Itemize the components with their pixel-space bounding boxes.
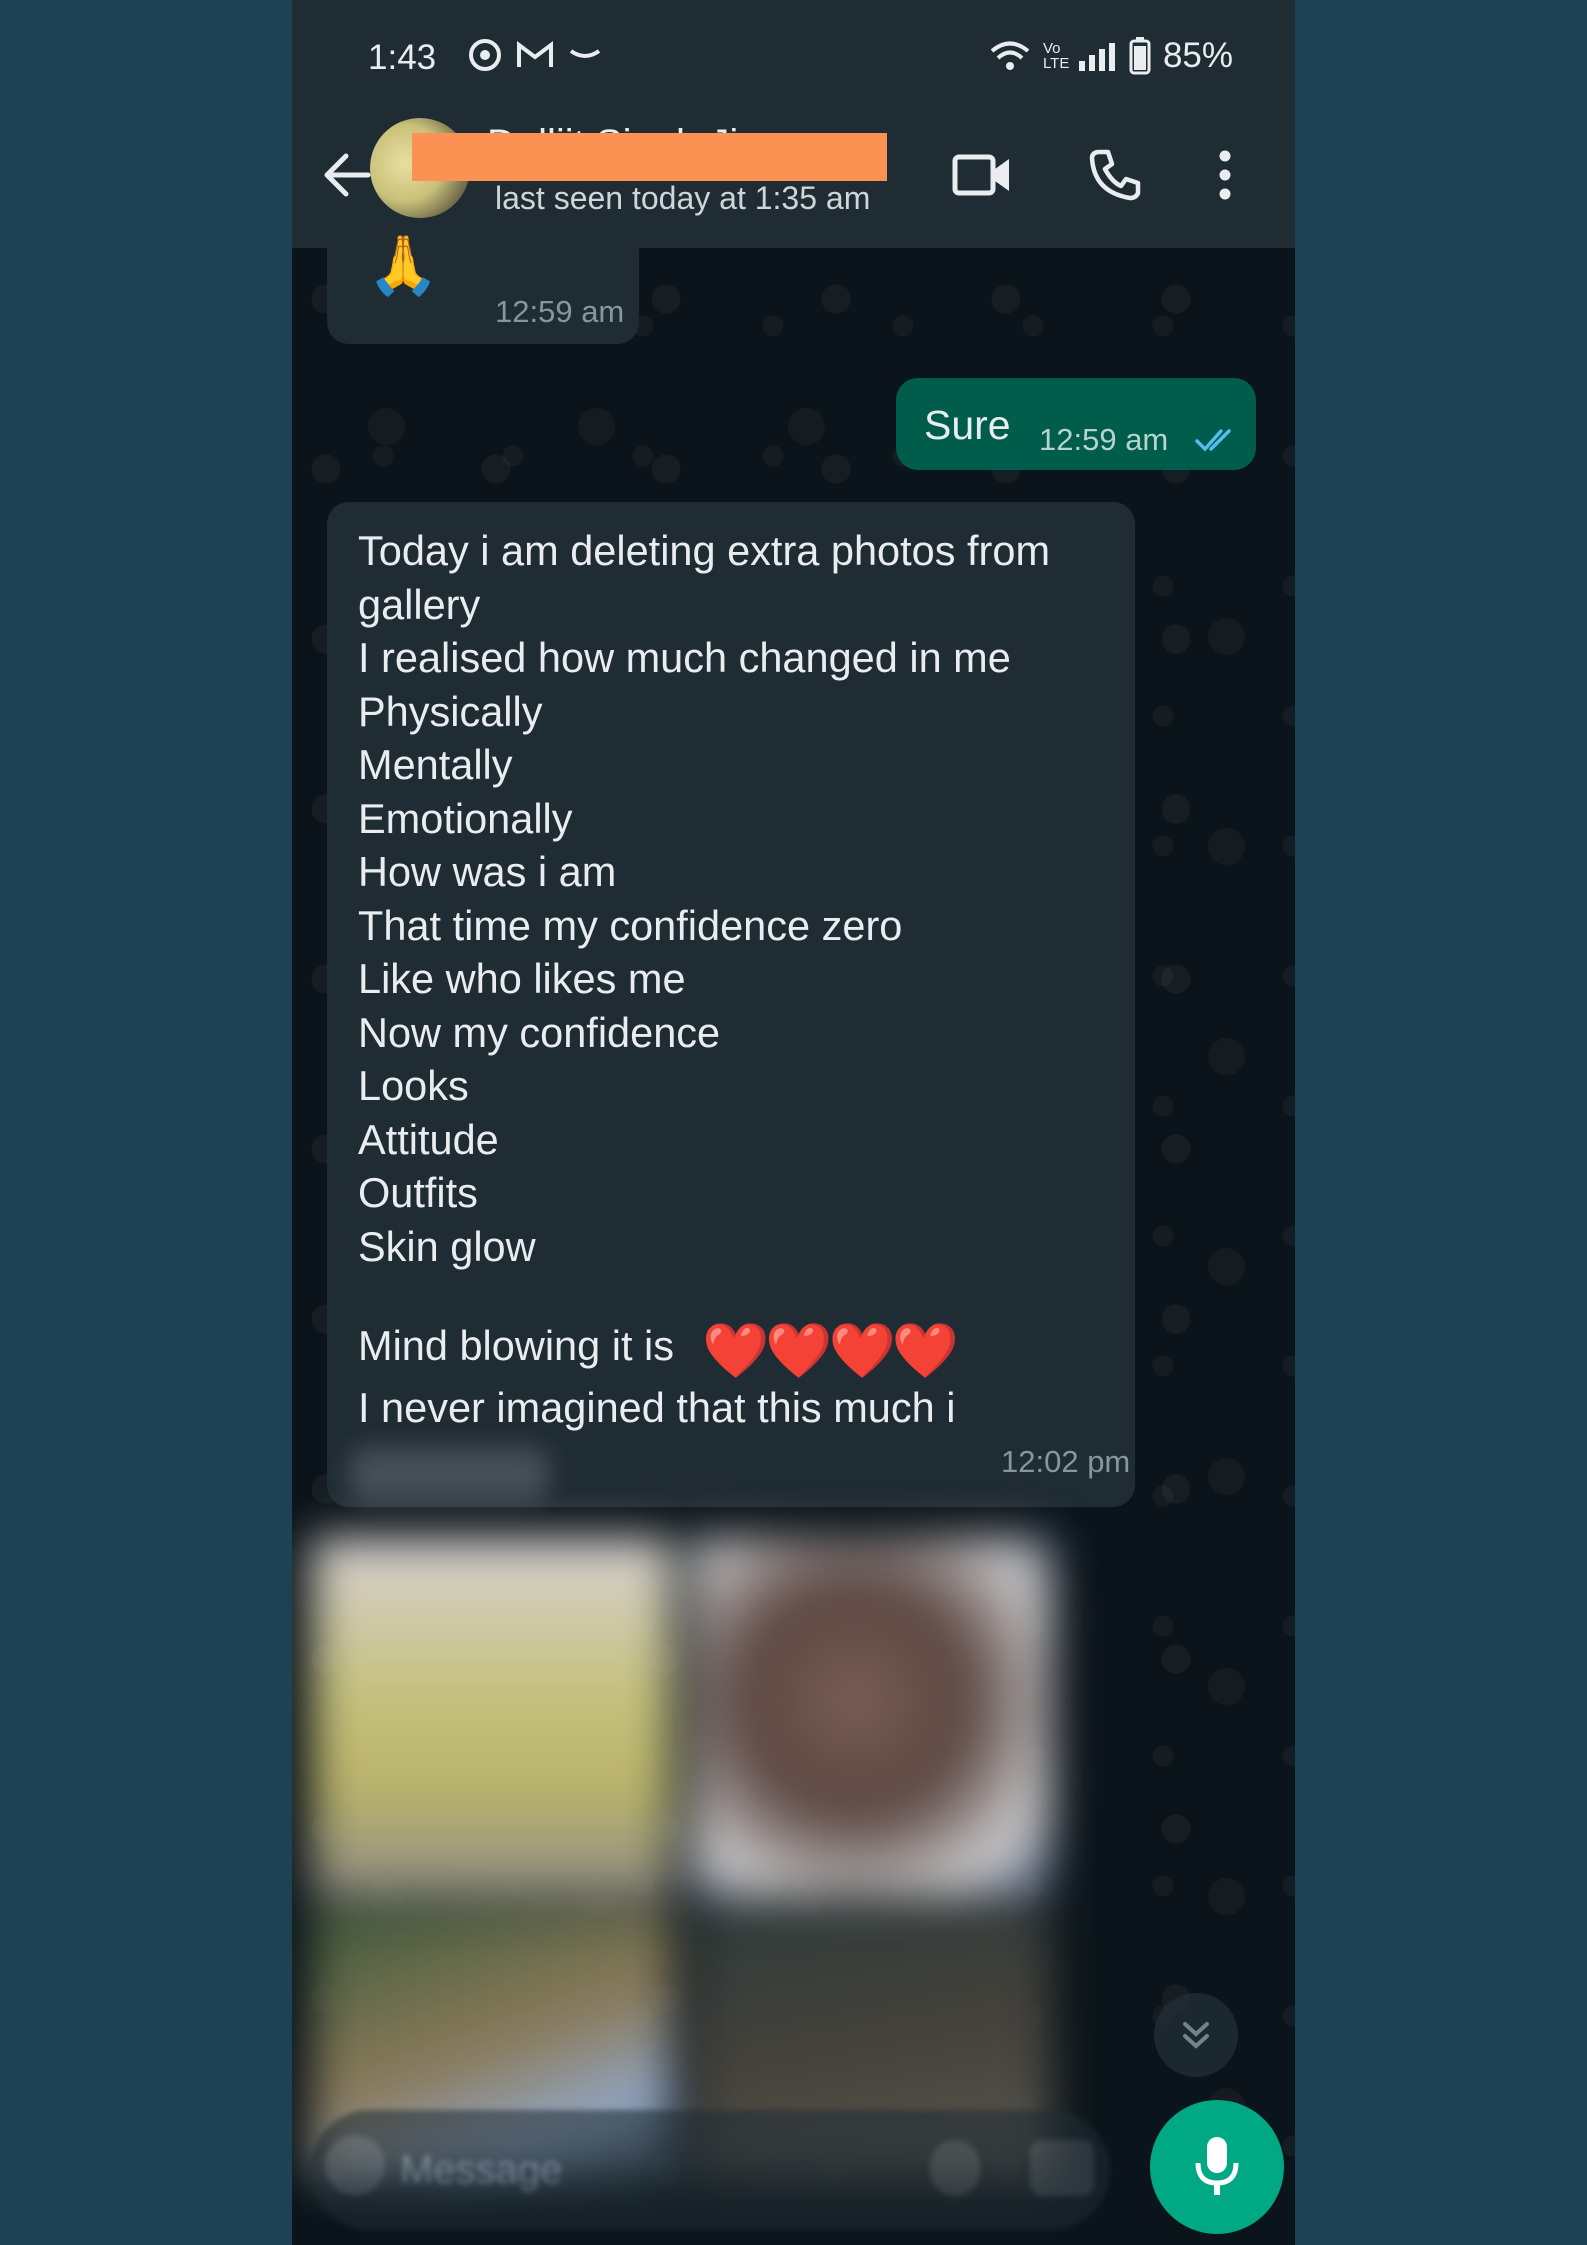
- message-line: That time my confidence zero: [358, 901, 903, 949]
- more-options-button[interactable]: [1190, 140, 1260, 210]
- message-time: 12:59 am: [1039, 422, 1169, 457]
- status-bar: 1:43 Vo LTE 85%: [292, 0, 1295, 120]
- scroll-to-bottom-button[interactable]: [1154, 1993, 1238, 2077]
- message-input[interactable]: Message: [400, 2148, 562, 2193]
- blurred-text: [349, 1447, 549, 1502]
- message-composer[interactable]: Message: [310, 2110, 1110, 2230]
- photo-thumbnail[interactable]: [312, 1538, 672, 1898]
- message-line: Mentally: [358, 741, 513, 788]
- status-indicators: Vo LTE 85%: [989, 36, 1233, 76]
- amazon-icon: [569, 49, 601, 58]
- message-line: Physically: [358, 687, 543, 735]
- message-incoming-emoji[interactable]: 🙏 12:59 am: [327, 228, 639, 344]
- message-outgoing[interactable]: Sure 12:59 am: [896, 378, 1256, 470]
- message-line: gallery: [358, 580, 481, 628]
- emoji-icon[interactable]: [325, 2135, 385, 2195]
- video-camera-icon: [952, 154, 1009, 196]
- message-time: 12:02 pm: [1001, 1444, 1131, 1479]
- message-text: Today i am deleting extra photos from ga…: [358, 524, 1050, 1434]
- double-check-read-icon: [1195, 429, 1231, 452]
- double-chevron-down-icon: [1183, 2022, 1209, 2049]
- message-line: Outfits: [358, 1169, 478, 1216]
- message-line: Now my confidence: [358, 1008, 721, 1056]
- heart-emojis: ❤️❤️❤️❤️: [702, 1321, 959, 1381]
- message-line: Today i am deleting extra photos from: [358, 527, 1051, 574]
- arrow-left-icon: [324, 153, 371, 197]
- voice-record-button[interactable]: [1150, 2100, 1284, 2234]
- message-incoming-long[interactable]: Today i am deleting extra photos from ga…: [327, 502, 1135, 1507]
- status-time: 1:43: [368, 38, 437, 77]
- message-line: I never imagined that this much i: [358, 1383, 956, 1431]
- message-line: Attitude: [358, 1115, 499, 1163]
- message-line: I realised how much changed in me: [358, 634, 1011, 681]
- voice-call-button[interactable]: [1080, 140, 1150, 210]
- chat-area[interactable]: 🙏 12:59 am Sure 12:59 am Today i am dele…: [292, 228, 1295, 2245]
- message-line: Skin glow: [358, 1222, 536, 1270]
- camera-icon[interactable]: [1030, 2140, 1094, 2196]
- blurred-photo-album[interactable]: [312, 1538, 1052, 2178]
- gmail-icon: [517, 41, 553, 67]
- notification-icons: [468, 38, 602, 72]
- battery-icon: [1129, 37, 1151, 75]
- video-call-button[interactable]: [947, 140, 1017, 210]
- message-line: How was i am: [358, 848, 617, 895]
- microphone-icon: [1195, 2137, 1239, 2195]
- phone-screen: 1:43 Vo LTE 85% Dalljit Singh Ji last se…: [292, 0, 1295, 2245]
- phone-icon: [1089, 149, 1141, 201]
- battery-percent: 85%: [1162, 36, 1233, 75]
- message-text: Sure: [924, 402, 1011, 448]
- message-time: 12:59 am: [495, 294, 625, 329]
- message-line: [358, 1273, 1050, 1305]
- volte-icon: Vo LTE: [1042, 40, 1070, 72]
- attach-icon[interactable]: [930, 2140, 980, 2196]
- wifi-icon: [990, 41, 1030, 70]
- photo-thumbnail[interactable]: [692, 1538, 1052, 1898]
- message-line: Like who likes me: [358, 955, 686, 1002]
- chat-app-icon: [469, 39, 501, 71]
- folded-hands-emoji: 🙏: [367, 233, 440, 298]
- message-line: Looks: [358, 1062, 469, 1109]
- last-seen-status: last seen today at 1:35 am: [495, 180, 871, 216]
- redaction-bar: [412, 133, 887, 181]
- more-vertical-icon: [1219, 150, 1231, 200]
- signal-icon: [1078, 43, 1115, 71]
- message-line: Emotionally: [358, 794, 573, 842]
